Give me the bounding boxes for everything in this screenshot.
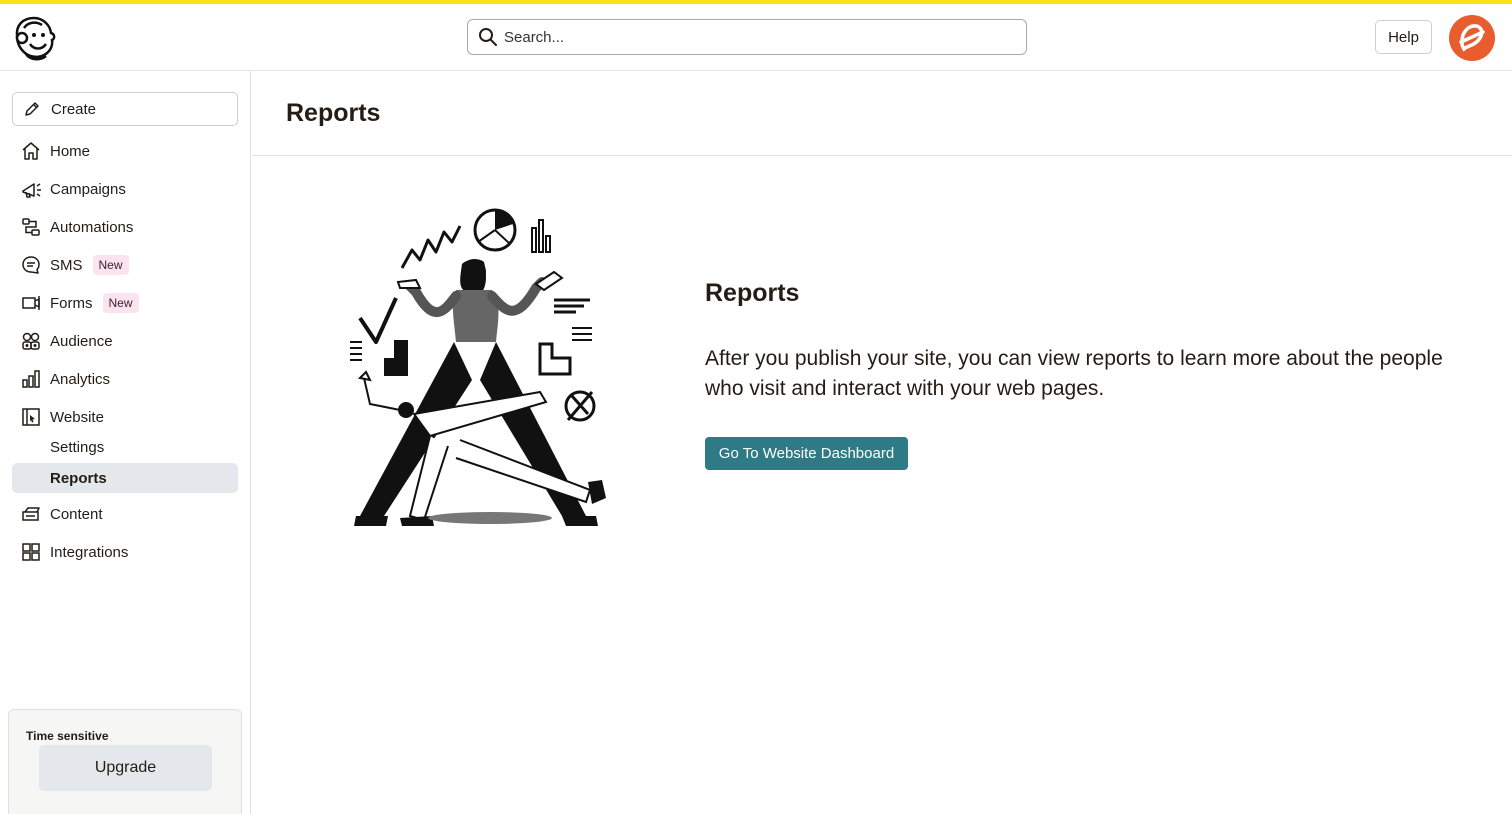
- page-header: Reports: [252, 71, 1512, 156]
- automation-icon: [20, 216, 42, 238]
- sidebar-item-label: Content: [50, 505, 103, 523]
- time-sensitive-label: Time sensitive: [26, 729, 109, 743]
- sidebar-item-label: SMS: [50, 256, 83, 274]
- home-icon: [20, 140, 42, 162]
- sidebar-subitem-label: Settings: [50, 438, 105, 456]
- juggling-analytics-illustration-icon: [340, 200, 620, 536]
- search-icon: [479, 28, 497, 46]
- sidebar-item-content[interactable]: Content: [12, 498, 238, 530]
- user-avatar[interactable]: [1449, 15, 1495, 61]
- sidebar: Create Home Campaigns Automations SMS Ne…: [0, 71, 251, 814]
- website-icon: [20, 406, 42, 428]
- sidebar-item-home[interactable]: Home: [12, 135, 238, 167]
- help-button[interactable]: Help: [1375, 20, 1432, 54]
- sidebar-item-forms[interactable]: Forms New: [12, 287, 238, 319]
- sidebar-subitem-reports[interactable]: Reports: [12, 463, 238, 493]
- sidebar-item-label: Website: [50, 408, 104, 426]
- sidebar-item-label: Campaigns: [50, 180, 126, 198]
- sidebar-item-analytics[interactable]: Analytics: [12, 363, 238, 395]
- new-badge: New: [102, 293, 139, 313]
- chat-icon: [20, 254, 42, 276]
- bar-chart-icon: [20, 368, 42, 390]
- sidebar-item-label: Analytics: [50, 370, 111, 388]
- search-input[interactable]: [504, 28, 1004, 46]
- top-bar: Help: [0, 4, 1512, 71]
- mailchimp-logo-icon[interactable]: [12, 14, 56, 62]
- audience-icon: [20, 330, 42, 352]
- sidebar-subitem-label: Reports: [50, 469, 107, 487]
- search-box[interactable]: [467, 19, 1027, 55]
- go-to-website-dashboard-button[interactable]: Go To Website Dashboard: [705, 437, 908, 470]
- content-icon: [20, 503, 42, 525]
- sidebar-item-audience[interactable]: Audience: [12, 325, 238, 357]
- sidebar-item-sms[interactable]: SMS New: [12, 249, 238, 281]
- upgrade-button[interactable]: Upgrade: [39, 745, 212, 791]
- create-button-label: Create: [51, 100, 97, 118]
- page-title: Reports: [286, 99, 381, 127]
- upgrade-promo-card: Time sensitive Upgrade: [8, 709, 242, 814]
- megaphone-icon: [20, 178, 42, 200]
- sidebar-item-website[interactable]: Website: [12, 401, 238, 433]
- section-title: Reports: [705, 279, 800, 307]
- sidebar-subitem-settings[interactable]: Settings: [12, 432, 238, 462]
- sidebar-item-campaigns[interactable]: Campaigns: [12, 173, 238, 205]
- create-button[interactable]: Create: [12, 92, 238, 126]
- reports-description: After you publish your site, you can vie…: [705, 347, 1443, 400]
- sidebar-item-integrations[interactable]: Integrations: [12, 536, 238, 568]
- sidebar-item-automations[interactable]: Automations: [12, 211, 238, 243]
- sidebar-item-label: Audience: [50, 332, 113, 350]
- pencil-icon: [25, 102, 39, 116]
- grid-icon: [20, 541, 42, 563]
- sidebar-item-label: Home: [50, 142, 91, 160]
- new-badge: New: [92, 255, 129, 275]
- form-icon: [20, 292, 42, 314]
- sidebar-item-label: Forms: [50, 294, 93, 312]
- sidebar-item-label: Integrations: [50, 543, 129, 561]
- sidebar-item-label: Automations: [50, 218, 134, 236]
